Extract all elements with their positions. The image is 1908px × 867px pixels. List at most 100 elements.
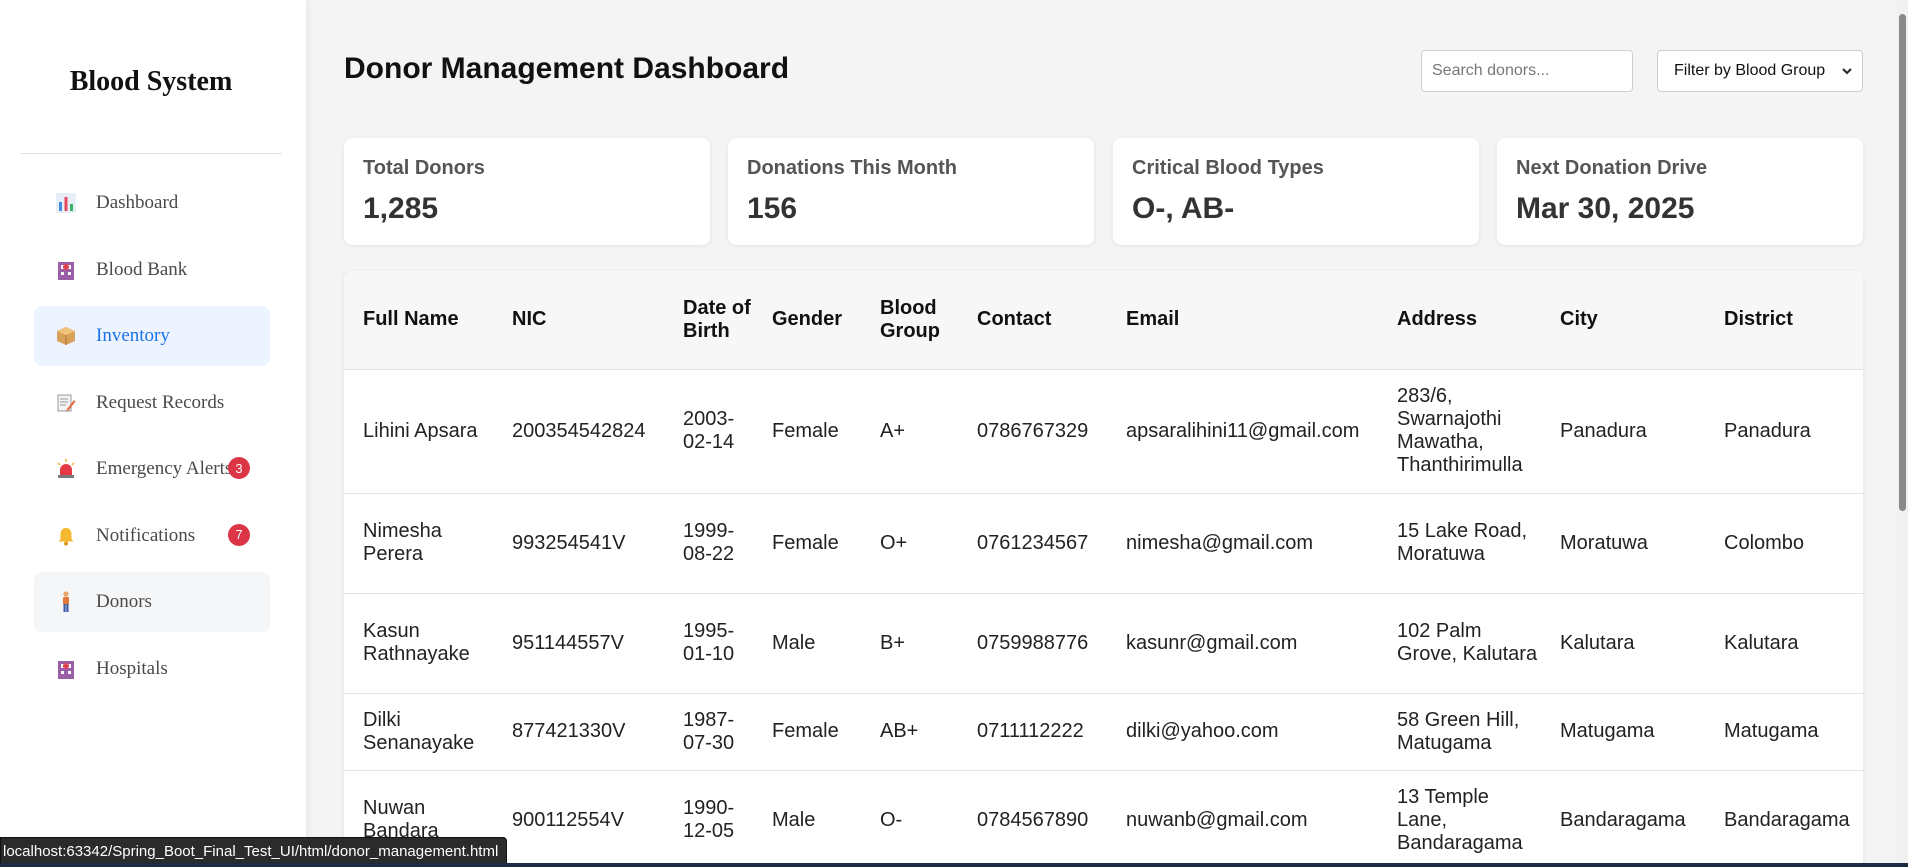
table-row[interactable]: Lihini Apsara 200354542824 2003-02-14 Fe… xyxy=(344,368,1863,493)
sidebar-item-donors[interactable]: Donors xyxy=(34,572,270,632)
sidebar-item-emergency-alerts[interactable]: Emergency Alerts 3 xyxy=(34,439,270,499)
hospital-icon xyxy=(54,657,78,681)
table-cell: Kalutara xyxy=(1705,592,1863,693)
table-cell: O+ xyxy=(861,492,958,593)
sidebar-item-hospitals[interactable]: Hospitals xyxy=(34,639,270,699)
table-cell: Bandaragama xyxy=(1705,769,1863,867)
column-header[interactable]: NIC xyxy=(493,271,664,369)
column-header[interactable]: Date of Birth xyxy=(664,271,753,369)
table-cell: 0761234567 xyxy=(958,492,1107,593)
column-header[interactable]: District xyxy=(1705,271,1863,369)
table-cell: 0784567890 xyxy=(958,769,1107,867)
table-cell: 15 Lake Road, Moratuwa xyxy=(1378,492,1541,593)
sidebar-item-label: Emergency Alerts xyxy=(96,458,233,479)
donor-table: Full Name NIC Date of Birth Gender Blood… xyxy=(344,271,1863,867)
sidebar-item-dashboard[interactable]: Dashboard xyxy=(34,173,270,233)
page-title: Donor Management Dashboard xyxy=(344,52,790,85)
sidebar-item-label: Inventory xyxy=(96,325,170,346)
table-cell: Kalutara xyxy=(1541,592,1705,693)
stat-label: Total Donors xyxy=(363,157,485,179)
column-header[interactable]: City xyxy=(1541,271,1705,369)
table-cell: 13 Temple Lane, Bandaragama xyxy=(1378,769,1541,867)
table-cell: Female xyxy=(753,492,861,593)
sidebar-item-label: Request Records xyxy=(96,391,225,413)
bell-icon xyxy=(54,524,78,548)
table-row[interactable]: Nuwan Bandara 900112554V 1990-12-05 Male… xyxy=(344,769,1863,867)
table-cell: 1990-12-05 xyxy=(664,769,753,867)
bar-chart-icon xyxy=(54,191,78,215)
table-cell: Panadura xyxy=(1541,368,1705,493)
table-cell: dilki@yahoo.com xyxy=(1107,692,1378,770)
column-header[interactable]: Full Name xyxy=(344,271,493,369)
table-cell: Bandaragama xyxy=(1541,769,1705,867)
table-cell: 200354542824 xyxy=(493,368,664,493)
table-cell: Dilki Senanayake xyxy=(344,692,493,770)
table-cell: Moratuwa xyxy=(1541,492,1705,593)
stat-value: 1,285 xyxy=(363,192,439,225)
stat-label: Next Donation Drive xyxy=(1516,157,1708,179)
table-cell: B+ xyxy=(861,592,958,693)
table-cell: 900112554V xyxy=(493,769,664,867)
hospital-icon xyxy=(54,258,78,282)
table-cell: Nimesha Perera xyxy=(344,492,493,593)
table-cell: Panadura xyxy=(1705,368,1863,493)
chevron-down-icon xyxy=(1840,64,1854,83)
table-cell: 283/6, Swarnajothi Mawatha, Thanthirimul… xyxy=(1378,368,1541,493)
donor-table-container: Full Name NIC Date of Birth Gender Blood… xyxy=(344,271,1863,867)
sidebar-item-notifications[interactable]: Notifications 7 xyxy=(34,506,270,566)
table-cell: 2003-02-14 xyxy=(664,368,753,493)
alerts-count-badge: 3 xyxy=(228,457,250,479)
table-cell: 1999-08-22 xyxy=(664,492,753,593)
table-cell: Matugama xyxy=(1541,692,1705,770)
table-row[interactable]: Nimesha Perera 993254541V 1999-08-22 Fem… xyxy=(344,492,1863,593)
stat-card-donations-month: Donations This Month 156 xyxy=(728,138,1094,245)
table-cell: Kasun Rathnayake xyxy=(344,592,493,693)
stat-card-total-donors: Total Donors 1,285 xyxy=(344,138,710,245)
table-cell: 0786767329 xyxy=(958,368,1107,493)
column-header[interactable]: Blood Group xyxy=(861,271,958,369)
table-cell: 58 Green Hill, Matugama xyxy=(1378,692,1541,770)
browser-status-bar: localhost:63342/Spring_Boot_Final_Test_U… xyxy=(0,837,508,865)
table-cell: nuwanb@gmail.com xyxy=(1107,769,1378,867)
table-cell: 0711112222 xyxy=(958,692,1107,770)
table-cell: 102 Palm Grove, Kalutara xyxy=(1378,592,1541,693)
column-header[interactable]: Email xyxy=(1107,271,1378,369)
sidebar-item-blood-bank[interactable]: Blood Bank xyxy=(34,240,270,300)
memo-icon xyxy=(54,391,78,415)
stat-value: 156 xyxy=(747,192,798,225)
table-cell: 0759988776 xyxy=(958,592,1107,693)
person-icon xyxy=(54,590,78,614)
sidebar-item-label: Blood Bank xyxy=(96,258,188,280)
table-cell: AB+ xyxy=(861,692,958,770)
column-header[interactable]: Gender xyxy=(753,271,861,369)
table-cell: 1987-07-30 xyxy=(664,692,753,770)
sidebar-item-label: Dashboard xyxy=(96,192,179,213)
divider xyxy=(20,153,282,154)
table-row[interactable]: Dilki Senanayake 877421330V 1987-07-30 F… xyxy=(344,692,1863,770)
table-header-row: Full Name NIC Date of Birth Gender Blood… xyxy=(344,271,1863,369)
stat-value: O-, AB- xyxy=(1132,192,1235,225)
table-row[interactable]: Kasun Rathnayake 951144557V 1995-01-10 M… xyxy=(344,592,1863,693)
stat-card-next-drive: Next Donation Drive Mar 30, 2025 xyxy=(1497,138,1863,245)
table-cell: O- xyxy=(861,769,958,867)
table-cell: nimesha@gmail.com xyxy=(1107,492,1378,593)
package-icon xyxy=(54,324,78,348)
blood-group-filter-select[interactable]: Filter by Blood Group xyxy=(1657,50,1863,92)
sidebar: Blood System Dashboard Blood Bank Invent… xyxy=(0,0,306,867)
table-cell: Colombo xyxy=(1705,492,1863,593)
stat-label: Critical Blood Types xyxy=(1132,157,1324,179)
column-header[interactable]: Contact xyxy=(958,271,1107,369)
column-header[interactable]: Address xyxy=(1378,271,1541,369)
scrollbar-thumb[interactable] xyxy=(1899,14,1906,511)
table-cell: Female xyxy=(753,368,861,493)
table-cell: Male xyxy=(753,592,861,693)
stat-value: Mar 30, 2025 xyxy=(1516,192,1695,225)
stat-card-critical-types: Critical Blood Types O-, AB- xyxy=(1113,138,1479,245)
sidebar-item-inventory[interactable]: Inventory xyxy=(34,306,270,366)
search-input[interactable] xyxy=(1421,50,1633,92)
table-cell: apsaralihini11@gmail.com xyxy=(1107,368,1378,493)
table-cell: Matugama xyxy=(1705,692,1863,770)
sidebar-item-request-records[interactable]: Request Records xyxy=(34,373,270,433)
sidebar-item-label: Donors xyxy=(96,591,152,612)
sidebar-item-label: Hospitals xyxy=(96,657,168,679)
